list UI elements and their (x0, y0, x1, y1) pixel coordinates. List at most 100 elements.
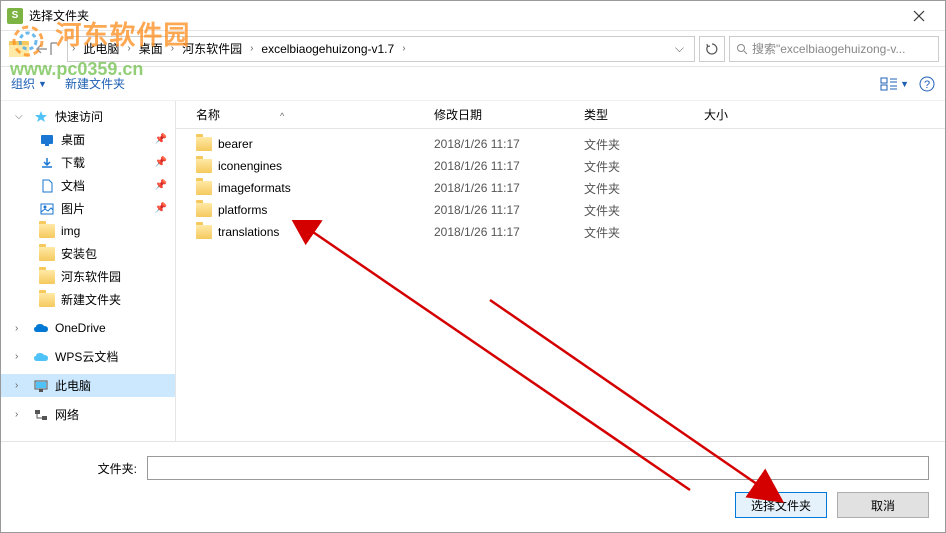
sidebar: ⌵ 快速访问 桌面 📌 下载 📌 文档 📌 (1, 101, 176, 441)
cloud-icon (33, 349, 49, 365)
sidebar-documents[interactable]: 文档 📌 (1, 174, 175, 197)
sidebar-wps[interactable]: › WPS云文档 (1, 345, 175, 368)
folder-icon (196, 137, 212, 151)
sidebar-item-label: 新建文件夹 (61, 291, 121, 308)
breadcrumb-desktop[interactable]: 桌面 (133, 38, 169, 59)
sidebar-item-label: 文档 (61, 177, 85, 194)
sidebar-item-label: 下载 (61, 154, 85, 171)
star-icon (33, 109, 49, 125)
breadcrumb-dropdown[interactable]: ⌵ (669, 41, 690, 56)
breadcrumb-folder[interactable]: 河东软件园 (176, 38, 248, 59)
file-name: imageformats (218, 181, 291, 195)
sidebar-network[interactable]: › 网络 (1, 403, 175, 426)
file-date: 2018/1/26 11:17 (434, 181, 584, 195)
sidebar-item-label: 网络 (55, 406, 79, 423)
nav-icons (7, 37, 63, 61)
bottom-panel: 文件夹: 选择文件夹 取消 (1, 441, 945, 532)
file-type: 文件夹 (584, 136, 704, 153)
table-row[interactable]: translations 2018/1/26 11:17 文件夹 (176, 221, 945, 243)
file-area: 名称^ 修改日期 类型 大小 bearer 2018/1/26 11:17 文件… (176, 101, 945, 441)
network-icon (33, 407, 49, 423)
sidebar-img[interactable]: img (1, 220, 175, 242)
file-type: 文件夹 (584, 158, 704, 175)
computer-icon (33, 378, 49, 394)
pin-icon: 📌 (155, 180, 167, 191)
window-title: 选择文件夹 (29, 7, 89, 24)
table-row[interactable]: iconengines 2018/1/26 11:17 文件夹 (176, 155, 945, 177)
file-date: 2018/1/26 11:17 (434, 203, 584, 217)
new-folder-button[interactable]: 新建文件夹 (65, 75, 125, 92)
file-name: bearer (218, 137, 253, 151)
folder-icon (196, 203, 212, 217)
folder-icon (39, 292, 55, 308)
sidebar-newfolder[interactable]: 新建文件夹 (1, 288, 175, 311)
pin-icon: 📌 (155, 203, 167, 214)
search-input[interactable]: 搜索"excelbiaogehuizong-v... (729, 36, 939, 62)
sidebar-item-label: 图片 (61, 200, 85, 217)
sidebar-desktop[interactable]: 桌面 📌 (1, 128, 175, 151)
chevron-right-icon: › (250, 43, 253, 54)
sidebar-thispc[interactable]: › 此电脑 (1, 374, 175, 397)
sort-indicator: ^ (280, 111, 284, 121)
chevron-right-icon: › (15, 351, 27, 362)
sidebar-item-label: OneDrive (55, 321, 106, 335)
cancel-button[interactable]: 取消 (837, 492, 929, 518)
toolbar: 组织 ▼ 新建文件夹 ▼ ? (1, 67, 945, 101)
folder-icon (196, 159, 212, 173)
chevron-right-icon: › (15, 323, 27, 334)
file-type: 文件夹 (584, 224, 704, 241)
sidebar-pictures[interactable]: 图片 📌 (1, 197, 175, 220)
table-row[interactable]: imageformats 2018/1/26 11:17 文件夹 (176, 177, 945, 199)
folder-icon (39, 269, 55, 285)
sidebar-pkg[interactable]: 安装包 (1, 242, 175, 265)
folder-input[interactable] (147, 456, 929, 480)
file-name: translations (218, 225, 279, 239)
view-button[interactable]: ▼ (880, 77, 909, 91)
select-folder-button[interactable]: 选择文件夹 (735, 492, 827, 518)
help-button[interactable]: ? (919, 76, 935, 92)
col-type[interactable]: 类型 (584, 106, 704, 123)
sidebar-item-label: 河东软件园 (61, 268, 121, 285)
sidebar-downloads[interactable]: 下载 📌 (1, 151, 175, 174)
pin-icon: 📌 (155, 157, 167, 168)
file-date: 2018/1/26 11:17 (434, 159, 584, 173)
sidebar-item-label: 此电脑 (55, 377, 91, 394)
organize-button[interactable]: 组织 ▼ (11, 75, 47, 92)
sidebar-item-label: WPS云文档 (55, 348, 118, 365)
desktop-icon (39, 132, 55, 148)
picture-icon (39, 201, 55, 217)
sidebar-quick-access[interactable]: ⌵ 快速访问 (1, 105, 175, 128)
pin-icon: 📌 (155, 134, 167, 145)
svg-text:?: ? (924, 79, 930, 91)
sidebar-item-label: img (61, 224, 80, 238)
close-button[interactable] (897, 2, 941, 30)
sidebar-item-label: 安装包 (61, 245, 97, 262)
cloud-icon (33, 320, 49, 336)
chevron-right-icon: › (171, 43, 174, 54)
chevron-right-icon: › (72, 43, 75, 54)
col-date[interactable]: 修改日期 (434, 106, 584, 123)
sidebar-hd[interactable]: 河东软件园 (1, 265, 175, 288)
table-row[interactable]: bearer 2018/1/26 11:17 文件夹 (176, 133, 945, 155)
chevron-right-icon: › (402, 43, 405, 54)
document-icon (39, 178, 55, 194)
download-icon (39, 155, 55, 171)
file-type: 文件夹 (584, 202, 704, 219)
col-name[interactable]: 名称^ (184, 106, 434, 123)
chevron-right-icon: › (15, 409, 27, 420)
titlebar: S 选择文件夹 (1, 1, 945, 31)
refresh-button[interactable] (699, 36, 725, 62)
table-row[interactable]: platforms 2018/1/26 11:17 文件夹 (176, 199, 945, 221)
file-date: 2018/1/26 11:17 (434, 137, 584, 151)
col-size[interactable]: 大小 (704, 106, 784, 123)
sidebar-onedrive[interactable]: › OneDrive (1, 317, 175, 339)
breadcrumb-thispc[interactable]: 此电脑 (77, 38, 125, 59)
file-date: 2018/1/26 11:17 (434, 225, 584, 239)
file-type: 文件夹 (584, 180, 704, 197)
search-icon (736, 43, 748, 55)
sidebar-item-label: 快速访问 (55, 108, 103, 125)
folder-icon (196, 181, 212, 195)
folder-icon (39, 223, 55, 239)
breadcrumb[interactable]: › 此电脑 › 桌面 › 河东软件园 › excelbiaogehuizong-… (67, 36, 695, 62)
breadcrumb-current[interactable]: excelbiaogehuizong-v1.7 (255, 40, 400, 58)
